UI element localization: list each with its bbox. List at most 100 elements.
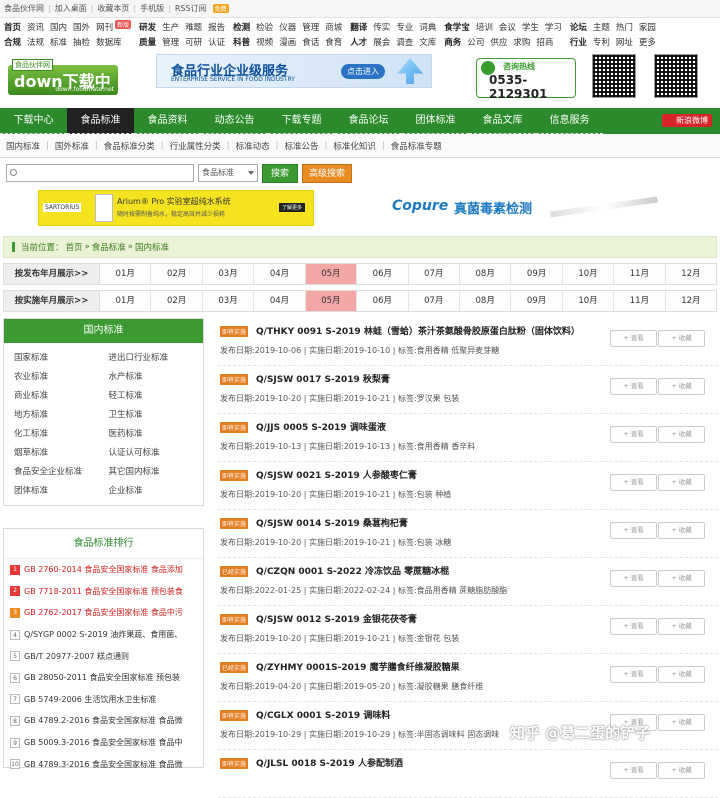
nav-link[interactable]: 食育 (325, 36, 342, 48)
nav-link[interactable]: 学习 (545, 21, 562, 33)
ranking-item[interactable]: 9 GB 5009.3-2016 食品安全国家标准 食品中 (4, 732, 203, 754)
nav-link[interactable]: 检测 (233, 21, 250, 33)
ranking-item[interactable]: 6 GB 28050-2011 食品安全国家标准 预包装 (4, 667, 203, 689)
category-link[interactable]: 地方标准 (14, 406, 109, 425)
favorite-button[interactable]: + 收藏 (658, 378, 705, 395)
month-button[interactable]: 04月 (254, 291, 306, 311)
category-link[interactable]: 轻工标准 (109, 387, 204, 406)
nav-link[interactable]: 专利 (593, 36, 610, 48)
sub-nav-item[interactable]: 标准化知识 (333, 140, 376, 152)
sub-nav-item[interactable]: 标准公告 (284, 140, 318, 152)
category-link[interactable]: 卫生标准 (109, 406, 204, 425)
main-nav-item[interactable]: 下载中心 (0, 108, 67, 134)
favorite-button[interactable]: + 收藏 (658, 570, 705, 587)
ranking-item[interactable]: 10 GB 4789.3-2016 食品安全国家标准 食品微 (4, 753, 203, 775)
nav-link[interactable]: 难题 (185, 21, 202, 33)
month-button[interactable]: 06月 (357, 291, 409, 311)
enterprise-service-ad[interactable]: 食品行业企业级服务 ENTERPRISE SERVICE IN FOOD IND… (156, 54, 432, 88)
month-button[interactable]: 07月 (409, 264, 460, 284)
view-button[interactable]: + 查看 (610, 426, 657, 443)
category-link[interactable]: 团体标准 (14, 482, 109, 501)
category-link[interactable]: 医药标准 (109, 425, 204, 444)
month-button[interactable]: 04月 (254, 264, 306, 284)
month-button[interactable]: 12月 (666, 264, 716, 284)
nav-link[interactable]: 更多 (639, 36, 656, 48)
sartorius-ad[interactable]: SARTORIUS Arium® Pro 实验室超纯水系统 随时按需制备纯水，稳… (38, 190, 314, 226)
main-nav-item[interactable]: 团体标准 (402, 108, 469, 134)
nav-link[interactable]: 检验 (256, 21, 273, 33)
nav-link[interactable]: 专业 (396, 21, 413, 33)
advanced-search-button[interactable]: 高级搜索 (302, 163, 353, 183)
ranking-item[interactable]: 8 GB 4789.2-2016 食品安全国家标准 食品微 (4, 710, 203, 732)
nav-link[interactable]: 词典 (419, 21, 436, 33)
nav-link[interactable]: 行业 (570, 36, 587, 48)
nav-link[interactable]: 会议 (499, 21, 516, 33)
standard-title[interactable]: Q/ZYHMY 0001S-2019 魔芋膳食纤维凝胶糖果 (256, 660, 460, 673)
nav-link[interactable]: 质量 (139, 36, 156, 48)
learn-more-button[interactable]: 了解更多 (278, 203, 305, 212)
nav-link[interactable]: 翻译 (350, 21, 367, 33)
nav-link[interactable]: 研发 (139, 21, 156, 33)
month-button[interactable]: 01月 (100, 291, 152, 311)
standard-title[interactable]: Q/SJSW 0017 S-2019 秋梨膏 (256, 372, 390, 385)
topbar-link[interactable]: RSS订阅 (175, 3, 207, 14)
month-button[interactable]: 10月 (563, 291, 615, 311)
standard-title[interactable]: Q/THKY 0091 S-2019 林蛙（雪蛤）茶汁茶氨酸骨胶原蛋白肽粉（固体… (256, 324, 580, 337)
month-button[interactable]: 03月 (203, 291, 255, 311)
category-link[interactable]: 其它国内标准 (109, 463, 204, 482)
ranking-item[interactable]: 3 GB 2762-2017 食品安全国家标准 食品中污 (4, 602, 203, 624)
topbar-link[interactable]: 收藏本页 (97, 3, 129, 14)
main-nav-item[interactable]: 食品标准 (67, 108, 134, 134)
nav-link[interactable]: 展会 (373, 36, 390, 48)
sub-nav-item[interactable]: 标准动态 (236, 140, 270, 152)
ranking-item[interactable]: 2 GB 7718-2011 食品安全国家标准 预包装食 (4, 581, 203, 603)
month-button[interactable]: 07月 (409, 291, 460, 311)
favorite-button[interactable]: + 收藏 (658, 666, 705, 683)
category-link[interactable]: 进出口行业标准 (109, 349, 204, 368)
standard-title[interactable]: Q/SJSW 0012 S-2019 金银花茯苓膏 (256, 612, 417, 625)
sub-nav-item[interactable]: 国外标准 (55, 140, 89, 152)
month-button[interactable]: 02月 (151, 264, 203, 284)
nav-link[interactable]: 网刊 (96, 21, 113, 33)
site-logo[interactable]: 食品伙伴网 down下载中心 down.foodmate.net (8, 59, 118, 115)
weibo-button[interactable]: 新浪微博 (662, 114, 712, 127)
favorite-button[interactable]: + 收藏 (658, 714, 705, 731)
nav-link[interactable]: 网址 (616, 36, 633, 48)
nav-link[interactable]: 求购 (513, 36, 530, 48)
category-link[interactable]: 烟草标准 (14, 444, 109, 463)
month-row-label[interactable]: 按发布年月展示>> (4, 264, 100, 284)
copure-ad[interactable]: Copure 真菌毒素检测 (390, 190, 664, 226)
view-button[interactable]: + 查看 (610, 378, 657, 395)
standard-title[interactable]: Q/SJSW 0021 S-2019 人参酸枣仁膏 (256, 468, 417, 481)
nav-link[interactable]: 供应 (490, 36, 507, 48)
category-link[interactable]: 农业标准 (14, 368, 109, 387)
nav-link[interactable]: 资讯 (27, 21, 44, 33)
month-button[interactable]: 12月 (666, 291, 716, 311)
nav-link[interactable]: 数据库 (96, 36, 122, 48)
standard-title[interactable]: Q/JJS 0005 S-2019 调味蛋液 (256, 420, 386, 433)
nav-link[interactable]: 食学宝 (444, 21, 470, 33)
nav-link[interactable]: 公司 (467, 36, 484, 48)
breadcrumb-item[interactable]: 国内标准 (135, 241, 169, 253)
nav-link[interactable]: 生产 (162, 21, 179, 33)
category-link[interactable]: 国家标准 (14, 349, 109, 368)
category-link[interactable]: 食品安全企业标准 (14, 463, 109, 482)
main-nav-item[interactable]: 动态公告 (201, 108, 268, 134)
nav-link[interactable]: 学生 (522, 21, 539, 33)
main-nav-item[interactable]: 食品文库 (469, 108, 536, 134)
month-button[interactable]: 10月 (563, 264, 615, 284)
main-nav-item[interactable]: 信息服务 (536, 108, 603, 134)
nav-link[interactable]: 调查 (396, 36, 413, 48)
nav-link[interactable]: 法规 (27, 36, 44, 48)
category-link[interactable]: 企业标准 (109, 482, 204, 501)
main-nav-item[interactable]: 食品论坛 (335, 108, 402, 134)
nav-link[interactable]: 人才 (350, 36, 367, 48)
ranking-item[interactable]: 7 GB 5749-2006 生活饮用水卫生标准 (4, 689, 203, 711)
month-button[interactable]: 03月 (203, 264, 255, 284)
month-button[interactable]: 06月 (357, 264, 409, 284)
view-button[interactable]: + 查看 (610, 618, 657, 635)
month-button[interactable]: 09月 (511, 291, 563, 311)
month-row-label[interactable]: 按实施年月展示>> (4, 291, 100, 311)
month-button[interactable]: 01月 (100, 264, 152, 284)
view-button[interactable]: + 查看 (610, 474, 657, 491)
